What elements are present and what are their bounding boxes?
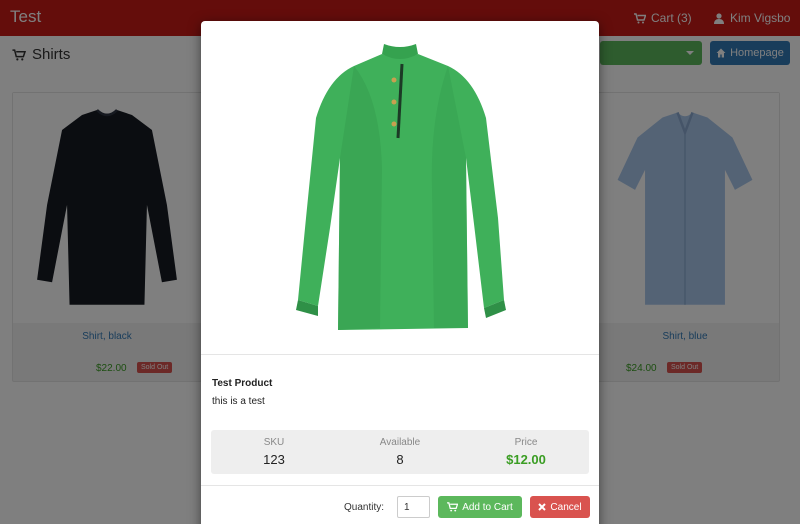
product-image <box>201 21 599 354</box>
stat-available: Available 8 <box>337 430 463 474</box>
stat-label: Price <box>514 437 538 448</box>
stat-label: Available <box>379 437 421 448</box>
close-icon <box>538 503 547 511</box>
cart-icon <box>447 502 459 512</box>
quantity-label: Quantity: <box>344 502 385 513</box>
quantity-input[interactable] <box>397 496 430 518</box>
product-title: Test Product <box>212 378 273 389</box>
divider <box>201 354 599 355</box>
product-stats: SKU 123 Available 8 Price $12.00 <box>211 430 589 474</box>
stat-price: Price $12.00 <box>463 430 589 474</box>
stat-value: $12.00 <box>506 452 546 467</box>
stat-label: SKU <box>263 437 285 448</box>
cancel-button[interactable]: Cancel <box>530 496 590 518</box>
cancel-label: Cancel <box>550 501 582 513</box>
add-to-cart-label: Add to Cart <box>462 501 513 513</box>
product-description: this is a test <box>212 396 265 407</box>
add-to-cart-button[interactable]: Add to Cart <box>438 496 522 518</box>
stat-sku: SKU 123 <box>211 430 337 474</box>
stat-value: 8 <box>396 452 404 467</box>
divider <box>201 485 599 486</box>
product-modal: Test Product this is a test SKU 123 Avai… <box>201 21 599 524</box>
stat-value: 123 <box>263 452 285 467</box>
modal-footer: Quantity: Add to Cart Cancel <box>201 493 599 523</box>
